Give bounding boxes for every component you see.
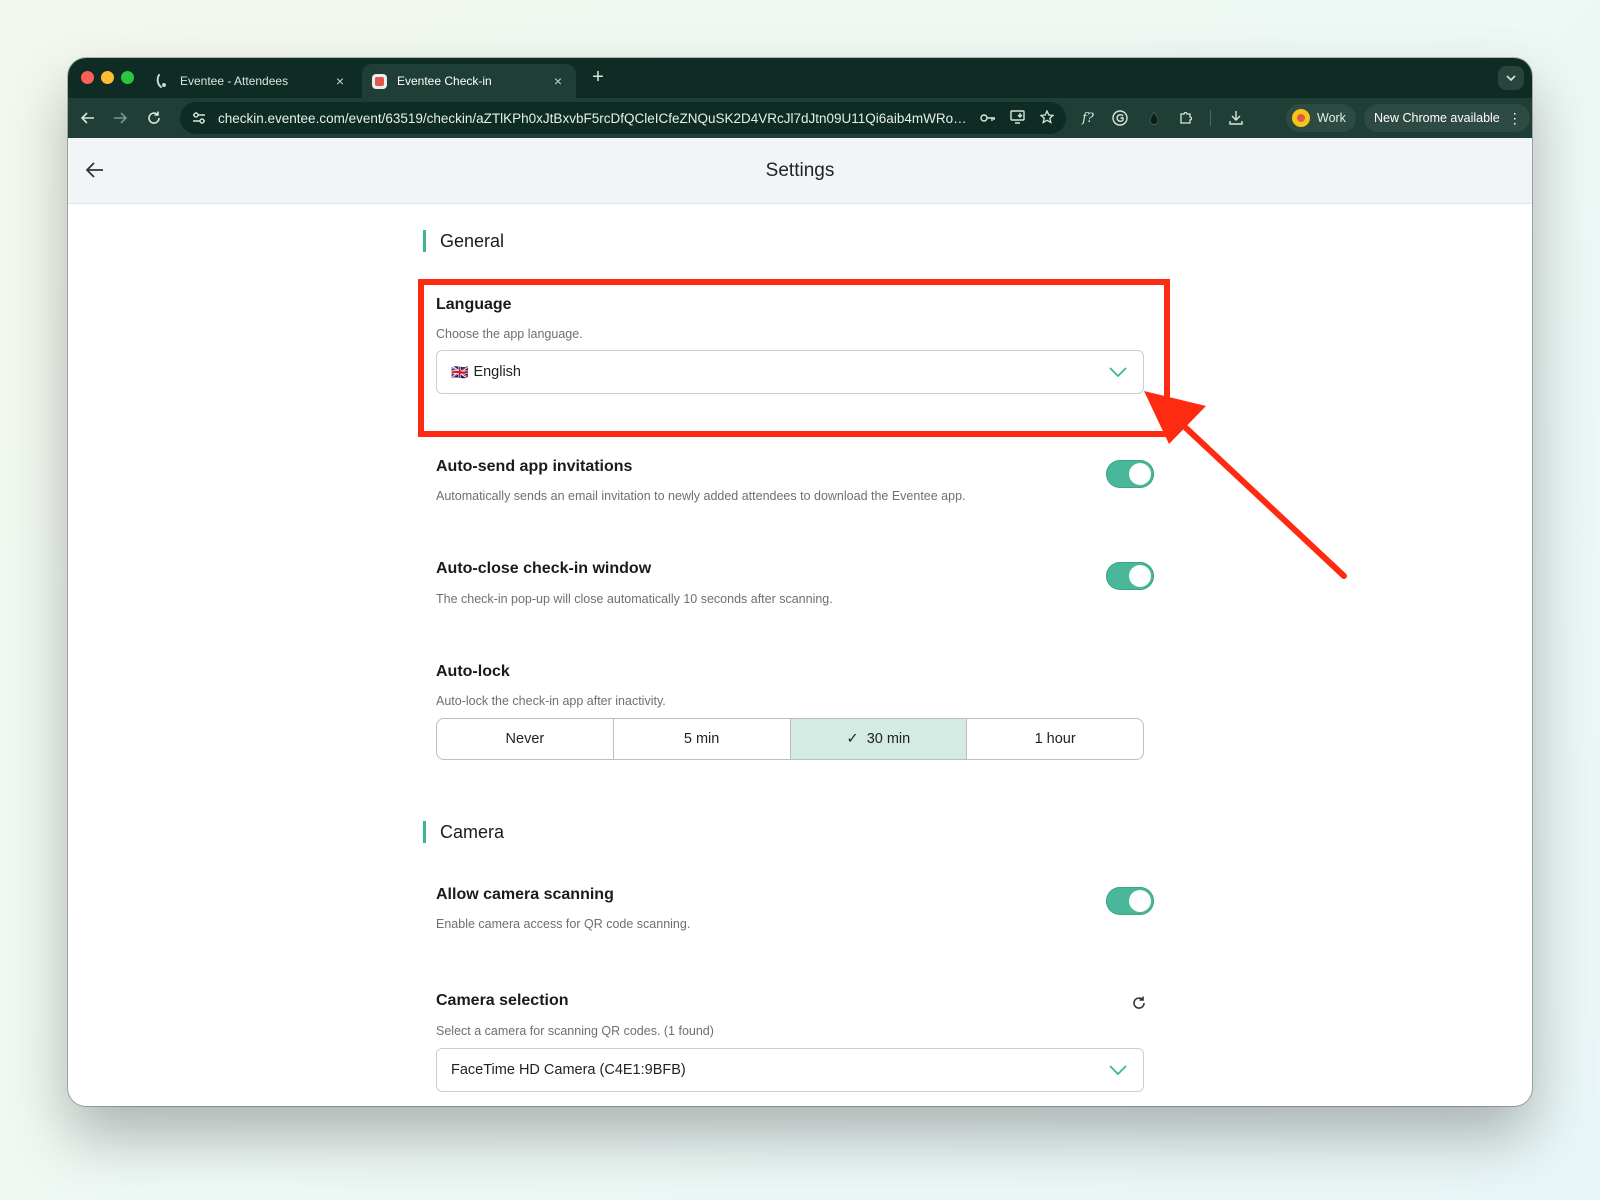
allow-camera-description: Enable camera access for QR code scannin… xyxy=(436,917,691,931)
camera-selection-description: Select a camera for scanning QR codes. (… xyxy=(436,1024,714,1038)
auto-send-description: Automatically sends an email invitation … xyxy=(436,489,966,503)
uk-flag-icon: 🇬🇧 xyxy=(451,363,469,380)
close-window-button[interactable] xyxy=(81,71,94,84)
camera-value: FaceTime HD Camera (C4E1:9BFB) xyxy=(451,1062,686,1078)
site-settings-icon[interactable] xyxy=(188,107,210,129)
auto-close-title: Auto-close check-in window xyxy=(436,560,652,577)
language-description: Choose the app language. xyxy=(436,327,583,341)
refresh-icon[interactable] xyxy=(1128,992,1150,1014)
profile-button[interactable]: Work xyxy=(1286,104,1356,132)
section-title-general: General xyxy=(423,230,504,252)
browser-toolbar: checkin.eventee.com/event/63519/checkin/… xyxy=(68,98,1532,138)
auto-lock-option-30-min[interactable]: ✓ 30 min xyxy=(790,719,968,759)
tab-eventee-attendees[interactable]: Eventee - Attendees × xyxy=(144,64,358,98)
section-title-camera: Camera xyxy=(423,821,504,843)
auto-lock-options: Never 5 min ✓ 30 min 1 hour xyxy=(436,718,1144,760)
tab-title: Eventee - Attendees xyxy=(180,74,289,88)
settings-content[interactable]: General Language Choose the app language… xyxy=(68,204,1532,1106)
allow-camera-title: Allow camera scanning xyxy=(436,886,614,903)
tab-close-icon[interactable]: × xyxy=(550,73,566,89)
new-tab-button[interactable]: + xyxy=(586,66,610,89)
settings-header: Settings xyxy=(68,138,1532,204)
allow-camera-toggle[interactable] xyxy=(1106,887,1154,915)
bookmark-star-icon[interactable] xyxy=(1039,108,1055,127)
url-text[interactable]: checkin.eventee.com/event/63519/checkin/… xyxy=(218,111,968,126)
auto-lock-description: Auto-lock the check-in app after inactiv… xyxy=(436,694,666,708)
auto-lock-option-5-min[interactable]: 5 min xyxy=(614,719,791,759)
auto-lock-option-1-hour[interactable]: 1 hour xyxy=(967,719,1143,759)
downloads-icon[interactable] xyxy=(1226,108,1246,128)
check-in-app-icon xyxy=(372,73,387,89)
tab-search-chevron-icon[interactable] xyxy=(1498,66,1524,90)
reload-icon[interactable] xyxy=(142,106,166,130)
eventee-logo-icon xyxy=(154,73,170,89)
minimize-window-button[interactable] xyxy=(101,71,114,84)
auto-send-title: Auto-send app invitations xyxy=(436,458,633,475)
update-label: New Chrome available xyxy=(1374,111,1500,125)
profile-avatar-icon xyxy=(1292,109,1310,127)
auto-close-description: The check-in pop-up will close automatic… xyxy=(436,592,833,606)
tab-eventee-check-in[interactable]: Eventee Check-in × xyxy=(362,64,576,98)
camera-selection-title: Camera selection xyxy=(436,992,569,1009)
tab-title: Eventee Check-in xyxy=(397,74,492,88)
auto-close-toggle[interactable] xyxy=(1106,562,1154,590)
profile-label: Work xyxy=(1317,111,1346,125)
chevron-down-icon xyxy=(1107,361,1129,383)
language-title: Language xyxy=(436,296,512,313)
back-icon[interactable] xyxy=(76,106,100,130)
language-value: English xyxy=(473,364,521,380)
page-title: Settings xyxy=(765,160,835,181)
auto-send-toggle[interactable] xyxy=(1106,460,1154,488)
auto-lock-option-never[interactable]: Never xyxy=(437,719,614,759)
address-bar[interactable]: checkin.eventee.com/event/63519/checkin/… xyxy=(180,102,1066,134)
camera-select[interactable]: FaceTime HD Camera (C4E1:9BFB) xyxy=(436,1048,1144,1092)
grammarly-extension-icon[interactable] xyxy=(1110,108,1130,128)
install-app-icon[interactable] xyxy=(1010,109,1026,127)
maximize-window-button[interactable] xyxy=(121,71,134,84)
checkmark-icon: ✓ xyxy=(846,731,859,747)
forward-icon[interactable] xyxy=(108,106,132,130)
more-menu-icon: ⋮ xyxy=(1507,109,1522,126)
new-chrome-available-button[interactable]: New Chrome available ⋮ xyxy=(1364,104,1530,132)
chevron-down-icon xyxy=(1107,1059,1129,1081)
extensions-puzzle-icon[interactable] xyxy=(1176,108,1196,128)
tab-bar: Eventee - Attendees × Eventee Check-in ×… xyxy=(68,58,1532,98)
tab-close-icon[interactable]: × xyxy=(332,73,348,89)
auto-lock-title: Auto-lock xyxy=(436,663,510,680)
browser-window: Eventee - Attendees × Eventee Check-in ×… xyxy=(68,58,1532,1106)
password-key-icon[interactable] xyxy=(980,110,996,127)
drop-extension-icon[interactable] xyxy=(1144,108,1164,128)
language-select[interactable]: 🇬🇧 English xyxy=(436,350,1144,394)
fx-extension-icon[interactable]: f? xyxy=(1078,108,1098,128)
